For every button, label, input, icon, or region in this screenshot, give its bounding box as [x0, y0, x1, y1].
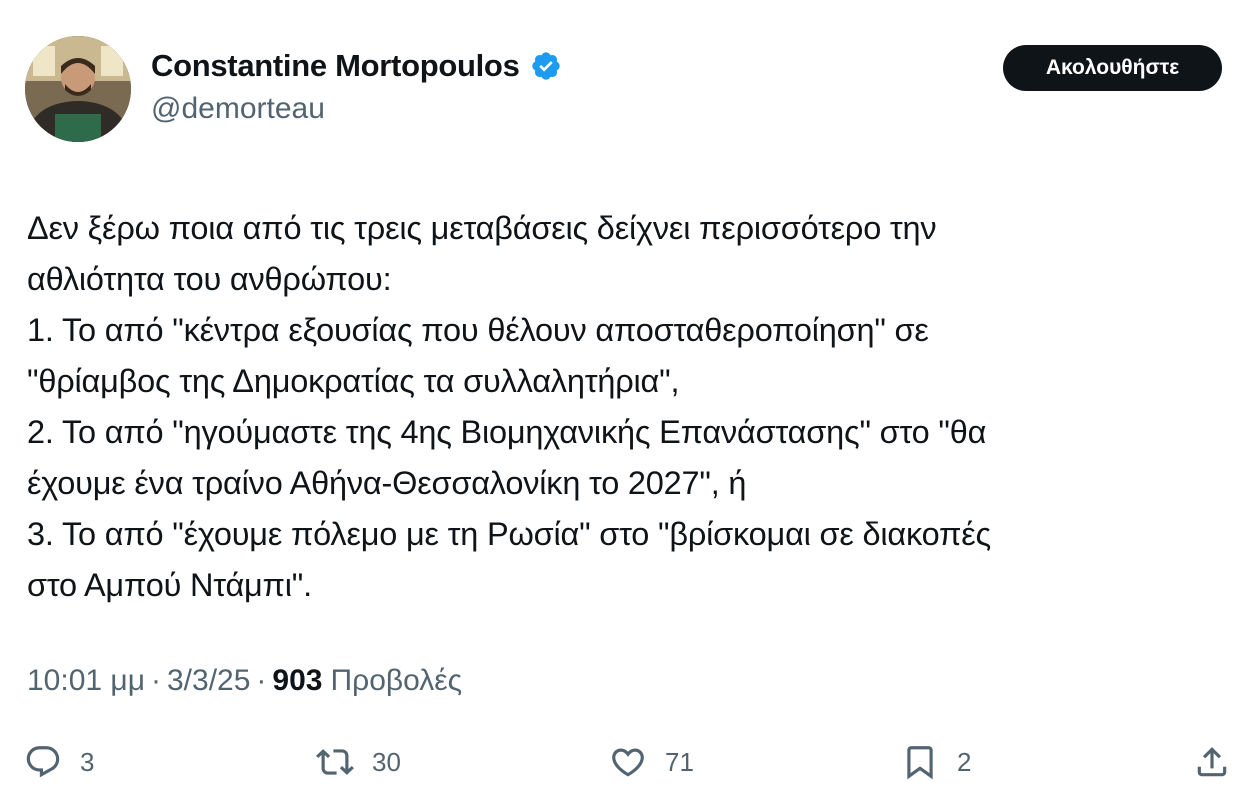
author-display-name[interactable]: Constantine Mortopoulos — [151, 48, 520, 84]
meta-separator: · — [150, 664, 161, 697]
action-bar: 3 30 71 2 — [0, 737, 1237, 787]
tweet-date[interactable]: 3/3/25 — [167, 664, 250, 698]
tweet-time[interactable]: 10:01 μμ — [27, 664, 145, 698]
author-handle[interactable]: @demorteau — [151, 92, 325, 126]
tweet-line: στο Αμπού Ντάμπι". — [27, 567, 312, 603]
tweet-line: 1. Το από "κέντρα εξουσίας που θέλουν απ… — [27, 312, 929, 348]
bookmark-button[interactable]: 2 — [901, 737, 971, 787]
reply-icon — [26, 746, 60, 778]
repost-icon — [316, 749, 354, 775]
meta-separator: · — [256, 664, 267, 697]
tweet-line: "θρίαμβος της Δημοκρατίας τα συλλαλητήρι… — [27, 363, 680, 399]
tweet-line: έχουμε ένα τραίνο Αθήνα-Θεσσαλονίκη το 2… — [27, 465, 747, 501]
share-button[interactable] — [1193, 737, 1231, 787]
follow-button[interactable]: Ακολουθήστε — [1003, 45, 1222, 91]
reply-count: 3 — [80, 746, 95, 777]
like-count: 71 — [665, 746, 694, 777]
avatar-image — [25, 36, 131, 142]
like-icon — [612, 748, 644, 777]
verified-badge-icon[interactable] — [530, 50, 562, 82]
tweet-meta: 10:01 μμ · 3/3/25 · 903 Προβολές — [27, 664, 462, 698]
avatar[interactable] — [25, 36, 131, 142]
share-icon — [1197, 747, 1227, 777]
repost-button[interactable]: 30 — [316, 737, 401, 787]
bookmark-count: 2 — [957, 746, 972, 777]
tweet-line: αθλιότητα του ανθρώπου: — [27, 261, 392, 297]
like-button[interactable]: 71 — [609, 737, 694, 787]
reply-button[interactable]: 3 — [24, 737, 94, 787]
tweet-text: Δεν ξέρω ποια από τις τρεις μεταβάσεις δ… — [27, 203, 1212, 611]
tweet-line: 3. Το από "έχουμε πόλεμο με τη Ρωσία" στ… — [27, 516, 992, 552]
tweet-line: 2. Το από "ηγούμαστε της 4ης Βιομηχανική… — [27, 414, 987, 450]
tweet-line: Δεν ξέρω ποια από τις τρεις μεταβάσεις δ… — [27, 210, 937, 246]
views-count: 903 — [272, 664, 323, 697]
repost-count: 30 — [372, 746, 401, 777]
author-name-row[interactable]: Constantine Mortopoulos — [151, 48, 562, 84]
views-label: Προβολές — [330, 664, 463, 697]
bookmark-icon — [907, 746, 933, 780]
